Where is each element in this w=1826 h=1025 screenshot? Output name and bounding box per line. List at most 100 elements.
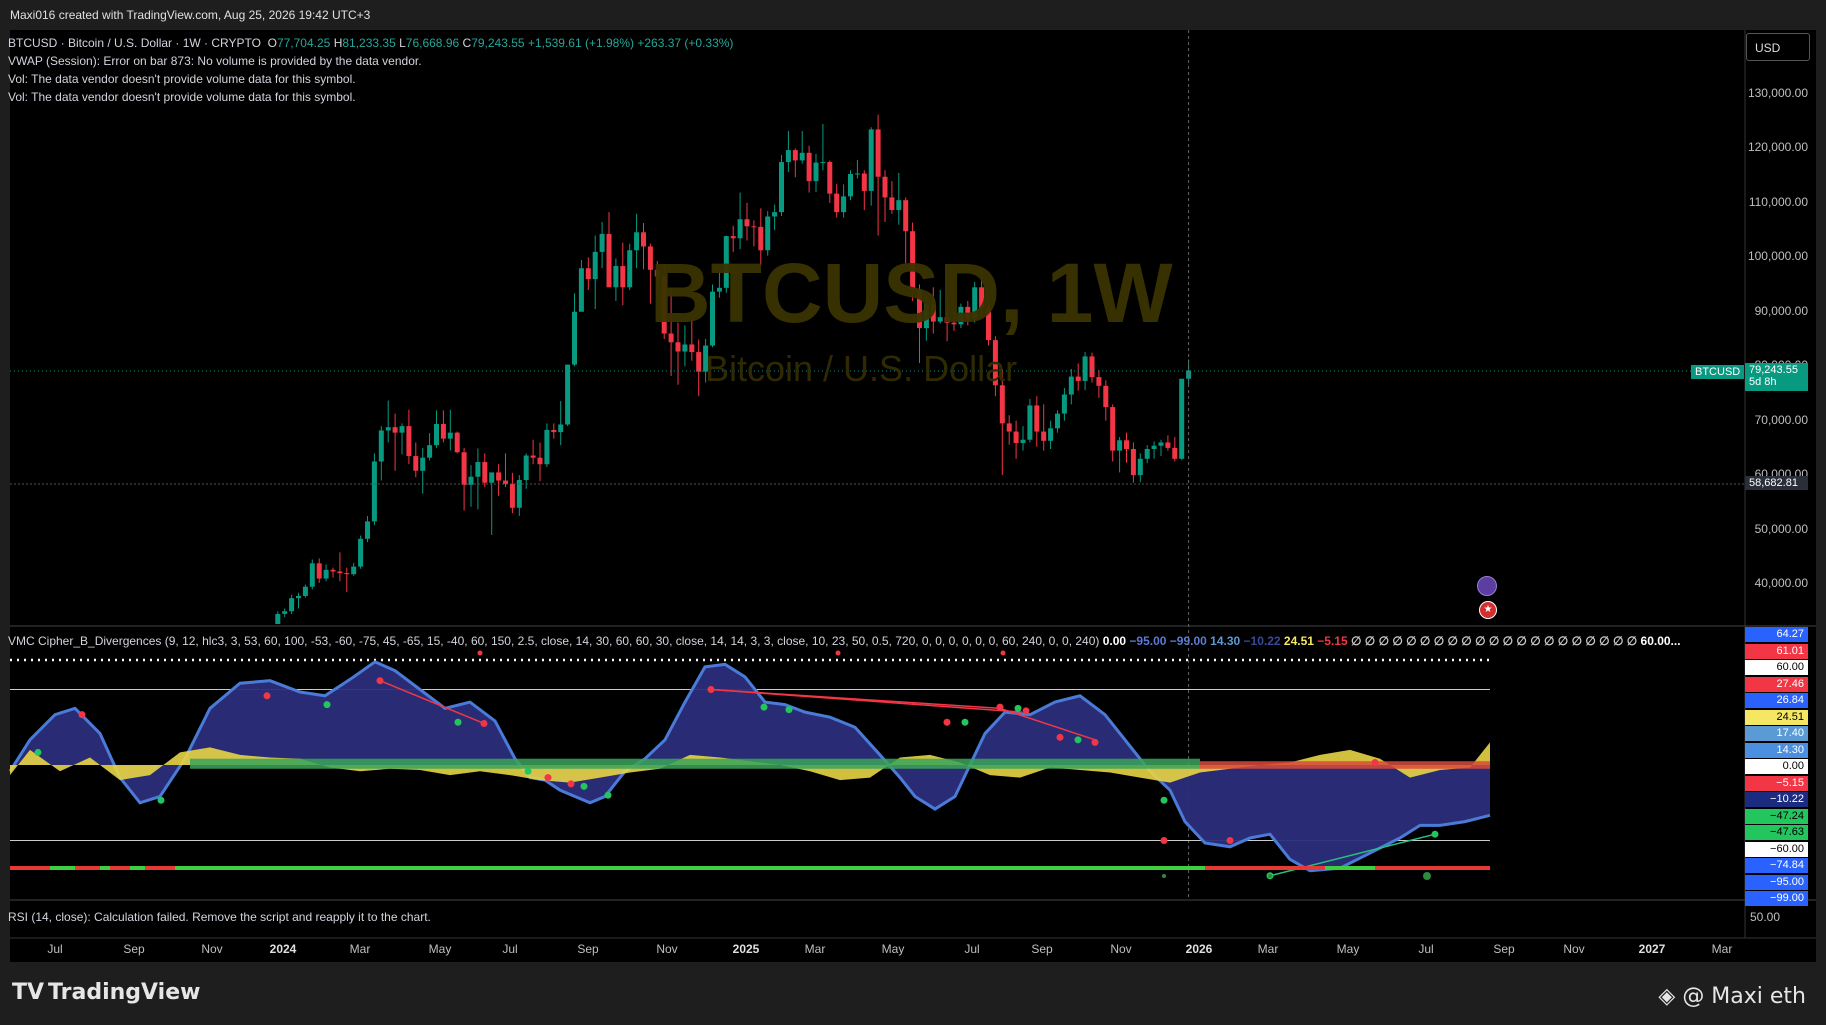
candle-body xyxy=(689,344,695,353)
price-axis-label: 90,000.00 xyxy=(1754,303,1808,318)
candle-body xyxy=(578,268,584,312)
volume-error-line-1[interactable]: Vol: The data vendor doesn't provide vol… xyxy=(8,72,356,86)
signal-dot xyxy=(34,748,42,756)
candle-body xyxy=(641,232,646,247)
time-axis-label: Mar xyxy=(1711,942,1733,956)
signal-dot xyxy=(524,767,532,775)
time-axis-label: 2027 xyxy=(1638,942,1666,956)
time-axis-label: May xyxy=(1336,942,1360,956)
candle-body xyxy=(413,456,419,471)
candle-body xyxy=(1061,394,1067,414)
price-axis-label: 130,000.00 xyxy=(1747,86,1808,100)
time-axis-label: Sep xyxy=(1031,942,1053,956)
indicator-axis-label: 61.01 xyxy=(1745,643,1808,659)
current-price-tag: 79,243.55 5d 8h xyxy=(1745,363,1808,391)
high-value: 81,233.35 xyxy=(342,36,396,50)
price-axis-label: 40,000.00 xyxy=(1754,576,1808,590)
time-axis-label: 2025 xyxy=(732,942,760,956)
symbol-legend[interactable]: BTCUSD · Bitcoin / U.S. Dollar · 1W · CR… xyxy=(8,36,733,50)
symbol-watermark-subtitle: Bitcoin / U.S. Dollar xyxy=(705,348,1018,389)
candle-body xyxy=(1020,439,1026,443)
indicator-axis-label: −47.24 xyxy=(1745,808,1808,824)
dividends-event-icon[interactable] xyxy=(1477,576,1497,596)
candle-body xyxy=(530,455,536,458)
candle-body xyxy=(1096,377,1102,386)
indicator-value: −10.22 xyxy=(1240,634,1281,648)
candle-body xyxy=(447,432,453,439)
indicator-axis-label: 60.00 xyxy=(1745,660,1808,675)
time-axis-label: Mar xyxy=(804,942,826,956)
price-axis-label: 110,000.00 xyxy=(1748,194,1808,209)
candle-body xyxy=(903,200,909,232)
open-value: 77,704.25 xyxy=(276,36,331,50)
signal-dot xyxy=(323,701,331,709)
candle-body xyxy=(316,563,322,579)
price-axis-label: 100,000.00 xyxy=(1747,249,1808,264)
signal-dot xyxy=(1431,830,1439,838)
top-signal-dot xyxy=(1000,650,1006,656)
candle-body xyxy=(344,573,350,575)
trend-status-bar-bearish xyxy=(75,866,100,870)
indicator-axis-label: −60.00 xyxy=(1745,841,1808,857)
binance-logo-icon: ◈ xyxy=(1658,984,1683,1009)
candle-body xyxy=(482,462,488,483)
signal-dot xyxy=(1056,733,1064,741)
currency-button[interactable]: USD xyxy=(1746,33,1810,61)
time-axis-label: Mar xyxy=(349,942,371,956)
candle-body xyxy=(1179,378,1185,459)
us-flag-event-icon[interactable]: ★ xyxy=(1479,601,1497,619)
candle-body xyxy=(854,173,860,175)
candle-body xyxy=(385,427,391,431)
candle-body xyxy=(420,457,426,471)
signal-dot xyxy=(1160,796,1168,804)
candle-body xyxy=(371,461,377,522)
close-label: C xyxy=(462,36,472,50)
signal-dot xyxy=(454,718,462,726)
candle-body xyxy=(613,266,619,288)
candle-body xyxy=(730,236,736,239)
vwap-error-line[interactable]: VWAP (Session): Error on bar 873: No vol… xyxy=(8,54,422,68)
candle-body xyxy=(440,423,446,439)
symbol-description[interactable]: BTCUSD · Bitcoin / U.S. Dollar · 1W · CR… xyxy=(8,36,261,50)
candle-body xyxy=(744,219,750,227)
indicator-axis-label: −47.63 xyxy=(1745,825,1808,840)
signal-dot xyxy=(263,692,271,700)
indicator-legend[interactable]: VMC Cipher_B_Divergences (9, 12, hlc3, 3… xyxy=(8,634,1681,648)
candle-body xyxy=(1151,445,1157,449)
candle-body xyxy=(365,521,370,539)
open-label: O xyxy=(267,36,277,50)
time-axis[interactable]: Jul Sep Nov 2024 Mar May Jul Sep Nov 2025 Mar May Ju… xyxy=(10,938,1746,962)
indicator-axis-label: −95.00 xyxy=(1745,874,1808,890)
candle-body xyxy=(1068,376,1074,395)
tradingview-logo[interactable]: 𝗧𝗩 TradingView xyxy=(12,980,200,1005)
chart-canvas[interactable] xyxy=(0,0,1826,1025)
signal-dot xyxy=(78,711,86,719)
candle-body xyxy=(999,385,1005,424)
candle-body xyxy=(509,483,515,508)
candle-body xyxy=(696,352,702,372)
candle-body xyxy=(1082,356,1088,381)
candle-body xyxy=(1027,405,1033,440)
candle-body xyxy=(799,152,805,161)
candle-body xyxy=(1075,376,1081,381)
candle-body xyxy=(330,569,336,572)
signal-dot xyxy=(785,706,793,714)
price-marker-tag: 58,682.81 xyxy=(1745,476,1808,490)
time-axis-label: Sep xyxy=(1493,942,1515,956)
candle-body xyxy=(544,429,550,465)
candle-body xyxy=(282,611,288,614)
indicator-name[interactable]: VMC Cipher_B_Divergences xyxy=(8,634,161,648)
volume-error-line-2[interactable]: Vol: The data vendor doesn't provide vol… xyxy=(8,90,356,104)
author-signature-text: @ Maxi eth xyxy=(1682,984,1806,1009)
candle-body xyxy=(785,150,791,163)
candle-body xyxy=(751,226,757,228)
candle-body xyxy=(682,344,688,352)
signal-dot xyxy=(376,677,384,685)
volume-flow-band-bearish xyxy=(1200,761,1490,769)
candle-body xyxy=(737,219,743,239)
candle-body xyxy=(392,427,398,433)
candle-body xyxy=(427,445,433,458)
rsi-legend[interactable]: RSI (14, close): Calculation failed. Rem… xyxy=(8,910,431,924)
candle-body xyxy=(1006,423,1012,432)
indicator-axis-label: −10.22 xyxy=(1745,792,1808,807)
